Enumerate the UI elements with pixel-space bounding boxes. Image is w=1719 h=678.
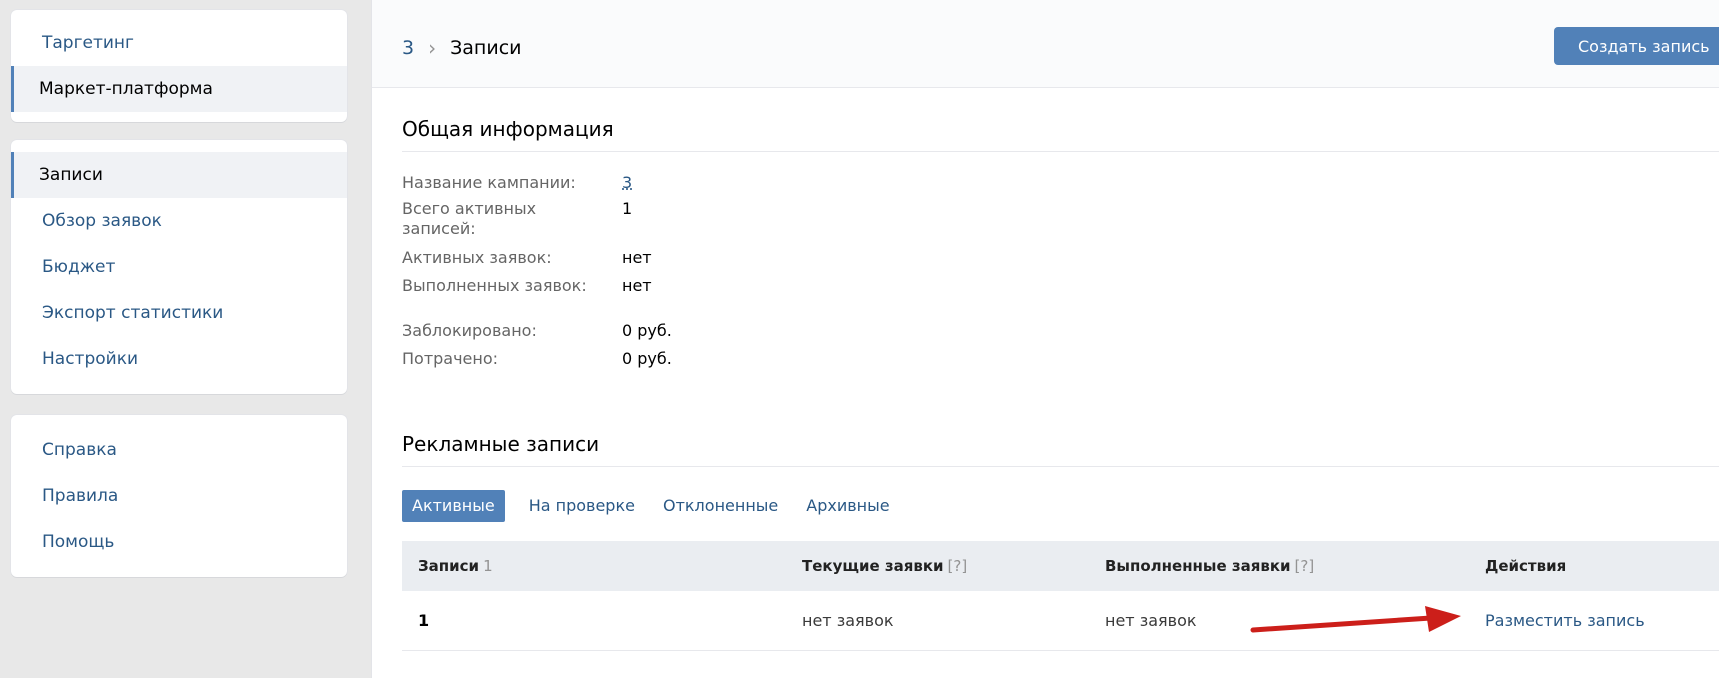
- breadcrumb-current: Записи: [450, 37, 522, 59]
- sidebar-item-settings[interactable]: Настройки: [11, 336, 347, 382]
- place-post-link[interactable]: Разместить запись: [1485, 591, 1645, 651]
- ad-posts-table: Записи 1 Текущие заявки [?] Выполненные за…: [402, 541, 1719, 651]
- column-current-requests: Текущие заявки [?]: [802, 541, 967, 591]
- breadcrumb: 3 › Записи: [402, 36, 521, 60]
- general-info-title: Общая информация: [402, 117, 1719, 152]
- info-label: Название кампании:: [402, 173, 576, 192]
- tab-rejected[interactable]: Отклоненные: [653, 490, 788, 522]
- column-current-requests-label: Текущие заявки: [802, 557, 944, 575]
- sidebar-item-targeting[interactable]: Таргетинг: [11, 20, 347, 66]
- table-row: 1 нет заявок нет заявок Разместить запис…: [402, 591, 1719, 651]
- info-label: Заблокировано:: [402, 321, 537, 340]
- sidebar-item-market-platform[interactable]: Маркет-платформа: [11, 66, 347, 112]
- help-hint-icon[interactable]: [?]: [948, 557, 968, 575]
- info-label: Всего активных записей:: [402, 199, 537, 238]
- annotation-arrow-icon: [1250, 606, 1461, 633]
- campaign-name-link[interactable]: 3: [622, 173, 632, 193]
- ad-posts-title: Рекламные записи: [402, 432, 1719, 467]
- annotation-arrow-head: [1425, 606, 1461, 632]
- column-posts: Записи 1: [418, 541, 493, 591]
- breadcrumb-campaign-link[interactable]: 3: [402, 37, 414, 59]
- column-posts-label: Записи: [418, 557, 480, 575]
- sidebar-item-posts[interactable]: Записи: [11, 152, 347, 198]
- info-label: Активных заявок:: [402, 248, 552, 267]
- info-label: Выполненных заявок:: [402, 276, 587, 295]
- current-requests-value: нет заявок: [802, 611, 894, 630]
- info-value: 0 руб.: [622, 321, 672, 340]
- sidebar-item-export-stats[interactable]: Экспорт статистики: [11, 290, 347, 336]
- sidebar-item-requests-overview[interactable]: Обзор заявок: [11, 198, 347, 244]
- sidebar-section-campaign: Записи Обзор заявок Бюджет Экспорт стати…: [11, 140, 347, 394]
- annotation-arrow-shaft: [1250, 615, 1434, 633]
- ad-posts-tabs: Активные На проверке Отклоненные Архивны…: [402, 490, 908, 522]
- chevron-right-icon: ›: [428, 36, 437, 60]
- info-value: 0 руб.: [622, 349, 672, 368]
- help-hint-icon[interactable]: [?]: [1295, 557, 1315, 575]
- tab-active[interactable]: Активные: [402, 490, 505, 522]
- tab-archived[interactable]: Архивные: [796, 490, 899, 522]
- completed-requests-value: нет заявок: [1105, 611, 1197, 630]
- sidebar-item-budget[interactable]: Бюджет: [11, 244, 347, 290]
- tab-on-review[interactable]: На проверке: [519, 490, 645, 522]
- info-value: нет: [622, 276, 652, 295]
- sidebar-section-help: Справка Правила Помощь: [11, 415, 347, 577]
- post-number: 1: [418, 611, 430, 630]
- main-panel: 3 › Записи Создать запись Общая информац…: [372, 0, 1719, 678]
- create-post-button[interactable]: Создать запись: [1554, 27, 1719, 65]
- column-completed-requests: Выполненные заявки [?]: [1105, 541, 1314, 591]
- column-actions: Действия: [1485, 557, 1567, 575]
- sidebar-item-reference[interactable]: Справка: [11, 427, 347, 473]
- column-completed-requests-label: Выполненные заявки: [1105, 557, 1291, 575]
- info-value: 1: [622, 199, 633, 218]
- info-value: нет: [622, 248, 652, 267]
- sidebar-section-ads: Таргетинг Маркет-платформа: [11, 10, 347, 122]
- sidebar-item-rules[interactable]: Правила: [11, 473, 347, 519]
- page-header: 3 › Записи Создать запись: [372, 0, 1719, 88]
- info-label: Потрачено:: [402, 349, 499, 368]
- posts-count: 1: [483, 557, 493, 575]
- table-header: Записи 1 Текущие заявки [?] Выполненные за…: [402, 541, 1719, 591]
- sidebar-item-help[interactable]: Помощь: [11, 519, 347, 565]
